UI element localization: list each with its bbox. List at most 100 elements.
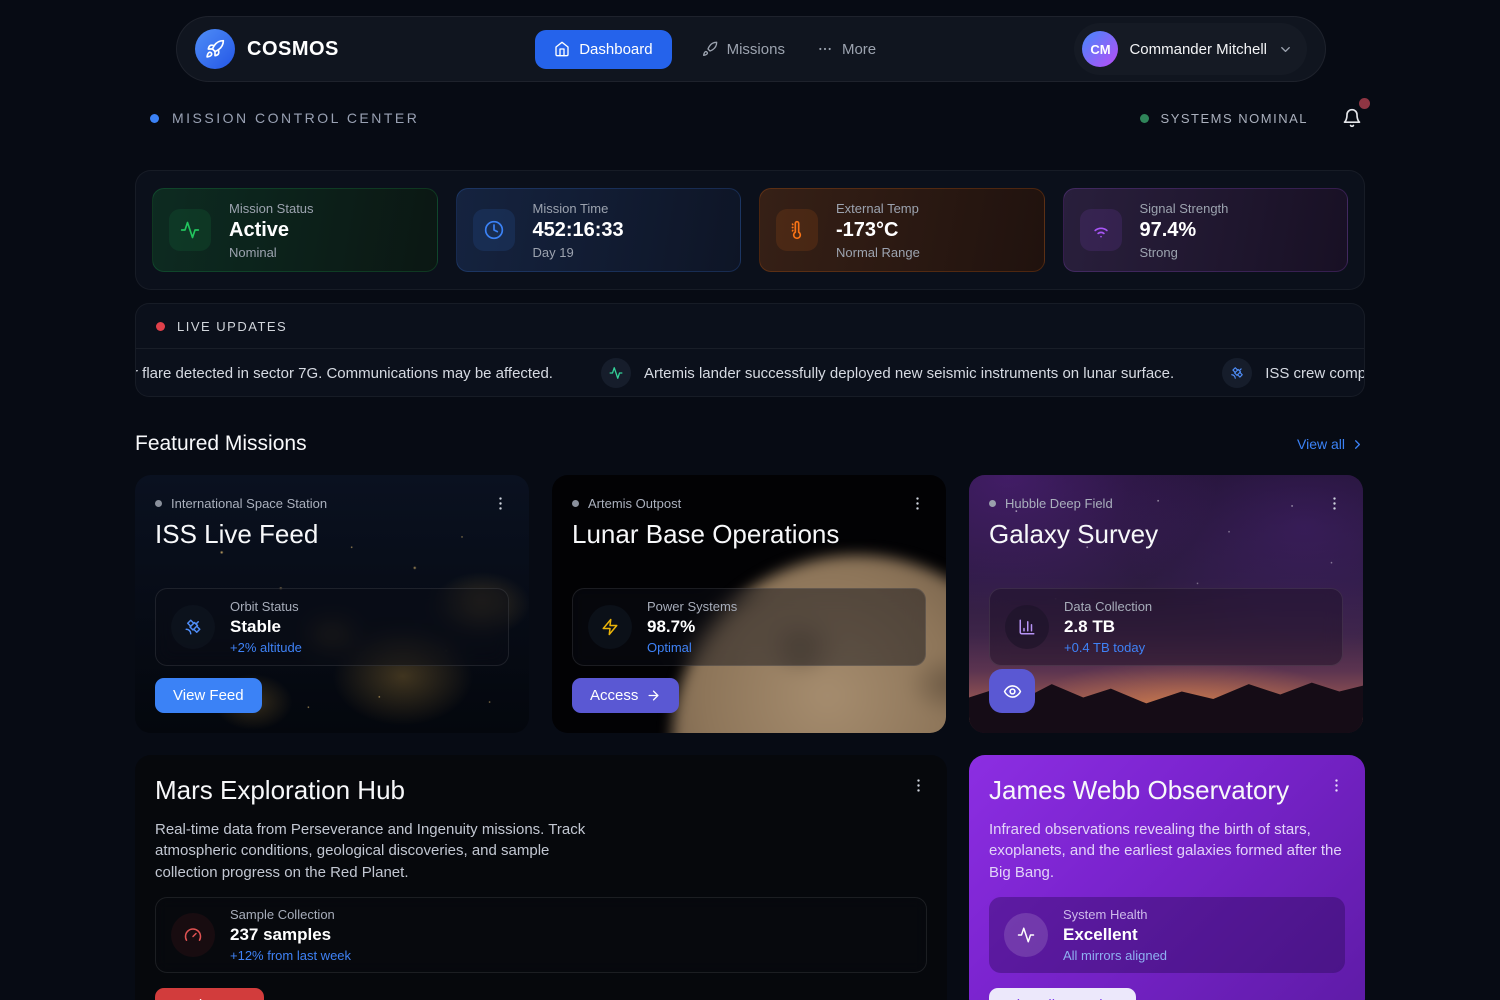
home-icon [554, 41, 570, 57]
ticker-text: Solar flare detected in sector 7G. Commu… [136, 365, 553, 382]
blue-dot-icon [150, 114, 159, 123]
ticker-track: Solar flare detected in sector 7G. Commu… [136, 358, 1364, 388]
stat-card-mission-time: Mission Time 452:16:33 Day 19 [456, 188, 742, 272]
view-feed-button[interactable]: View Feed [155, 678, 262, 713]
mission-tag: Hubble Deep Field [1005, 496, 1113, 511]
wifi-icon [1080, 209, 1122, 251]
arrow-right-icon [646, 688, 661, 703]
bell-icon [1342, 108, 1362, 128]
card-title: James Webb Observatory [989, 775, 1345, 806]
mission-title: ISS Live Feed [155, 519, 509, 550]
stat-value: 452:16:33 [533, 219, 624, 242]
chevron-right-icon [1350, 437, 1365, 452]
gray-dot-icon [572, 500, 579, 507]
stat-delta: +2% altitude [230, 640, 302, 655]
mission-card-lunar[interactable]: Artemis Outpost Lunar Base Operations Po… [552, 475, 946, 733]
kebab-menu-button[interactable] [492, 495, 509, 512]
stat-label: Mission Time [533, 201, 624, 216]
page-title: MISSION CONTROL CENTER [172, 110, 419, 126]
stats-panel: Mission Status Active Nominal Mission Ti… [135, 170, 1365, 290]
card-description: Infrared observations revealing the birt… [989, 819, 1345, 883]
notification-badge [1359, 98, 1370, 109]
stat-delta: Optimal [647, 640, 737, 655]
gray-dot-icon [989, 500, 996, 507]
ticker-item: Solar flare detected in sector 7G. Commu… [136, 358, 553, 388]
live-updates-header: LIVE UPDATES [136, 304, 1364, 349]
stat-card-signal-strength: Signal Strength 97.4% Strong [1063, 188, 1349, 272]
stat-card-mission-status: Mission Status Active Nominal [152, 188, 438, 272]
view-discoveries-button[interactable]: View discoveries [989, 988, 1136, 1000]
stat-label: External Temp [836, 201, 920, 216]
stat-label: System Health [1063, 907, 1167, 922]
stat-delta: All mirrors aligned [1063, 948, 1167, 963]
stat-card-external-temp: External Temp -173°C Normal Range [759, 188, 1045, 272]
chevron-down-icon [1278, 42, 1293, 57]
explore-button[interactable]: Explore [155, 988, 264, 1000]
ticker-text: Artemis lander successfully deployed new… [644, 365, 1174, 382]
live-updates-panel: LIVE UPDATES Solar flare detected in sec… [135, 303, 1365, 397]
button-label: Access [590, 687, 638, 704]
user-name: Commander Mitchell [1129, 41, 1267, 58]
ticker-item: ISS crew completes critical EVA [1222, 358, 1364, 388]
stat-sub: Normal Range [836, 245, 920, 260]
webb-stat-panel: System Health Excellent All mirrors alig… [989, 897, 1345, 973]
activity-icon [169, 209, 211, 251]
satellite-icon [171, 605, 215, 649]
kebab-menu-button[interactable] [1328, 777, 1345, 794]
mission-stat-panel: Data Collection 2.8 TB +0.4 TB today [989, 588, 1343, 666]
mars-stat-panel: Sample Collection 237 samples +12% from … [155, 897, 927, 973]
satellite-icon [1222, 358, 1252, 388]
red-dot-icon [156, 322, 165, 331]
button-label: View Feed [173, 687, 244, 704]
mission-card-galaxy[interactable]: Hubble Deep Field Galaxy Survey Data Col… [969, 475, 1363, 733]
mars-exploration-card[interactable]: Mars Exploration Hub Real-time data from… [135, 755, 947, 1000]
access-button[interactable]: Access [572, 678, 679, 713]
brand[interactable]: COSMOS [195, 29, 339, 69]
gray-dot-icon [155, 500, 162, 507]
bar-chart-icon [1005, 605, 1049, 649]
card-description: Real-time data from Perseverance and Ing… [155, 819, 600, 883]
stat-label: Sample Collection [230, 907, 351, 922]
nav-item-dashboard[interactable]: Dashboard [535, 30, 671, 69]
mission-title: Galaxy Survey [989, 519, 1343, 550]
kebab-menu-button[interactable] [1326, 495, 1343, 512]
nav-label-more: More [842, 41, 876, 58]
kebab-menu-button[interactable] [910, 777, 927, 794]
stat-value: 98.7% [647, 617, 737, 637]
systems-status: SYSTEMS NOMINAL [1140, 108, 1362, 128]
nav-item-missions[interactable]: Missions [700, 30, 787, 69]
view-discoveries-eye-button[interactable] [989, 669, 1035, 713]
card-title: Mars Exploration Hub [155, 775, 927, 806]
stat-label: Power Systems [647, 599, 737, 614]
stat-value: Stable [230, 617, 302, 637]
stat-value: 2.8 TB [1064, 617, 1152, 637]
news-ticker: Solar flare detected in sector 7G. Commu… [136, 349, 1364, 397]
cosmos-dashboard-page: COSMOS Dashboard Missions More [0, 0, 1500, 1000]
thermometer-icon [776, 209, 818, 251]
featured-missions-title: Featured Missions [135, 432, 307, 456]
stat-label: Data Collection [1064, 599, 1152, 614]
green-dot-icon [1140, 114, 1149, 123]
stat-sub: Strong [1140, 245, 1229, 260]
rocket-logo-icon [195, 29, 235, 69]
notifications-button[interactable] [1342, 108, 1362, 128]
kebab-menu-button[interactable] [909, 495, 926, 512]
mission-card-iss[interactable]: International Space Station ISS Live Fee… [135, 475, 529, 733]
stat-value: Excellent [1063, 925, 1167, 945]
view-all-link[interactable]: View all [1297, 436, 1365, 452]
clock-icon [473, 209, 515, 251]
avatar: CM [1082, 31, 1118, 67]
user-menu[interactable]: CM Commander Mitchell [1074, 23, 1307, 75]
nav-links: Dashboard Missions More [535, 30, 878, 69]
nav-label-missions: Missions [727, 41, 785, 58]
eye-icon [1003, 682, 1022, 701]
stat-delta: +0.4 TB today [1064, 640, 1152, 655]
james-webb-card[interactable]: James Webb Observatory Infrared observat… [969, 755, 1365, 1000]
live-updates-title: LIVE UPDATES [177, 319, 287, 334]
ellipsis-icon [817, 41, 833, 57]
featured-missions-header: Featured Missions View all [135, 432, 1365, 456]
brand-name: COSMOS [247, 38, 339, 61]
nav-item-more[interactable]: More [815, 30, 878, 69]
stat-value: 237 samples [230, 925, 351, 945]
mission-tag: Artemis Outpost [588, 496, 681, 511]
